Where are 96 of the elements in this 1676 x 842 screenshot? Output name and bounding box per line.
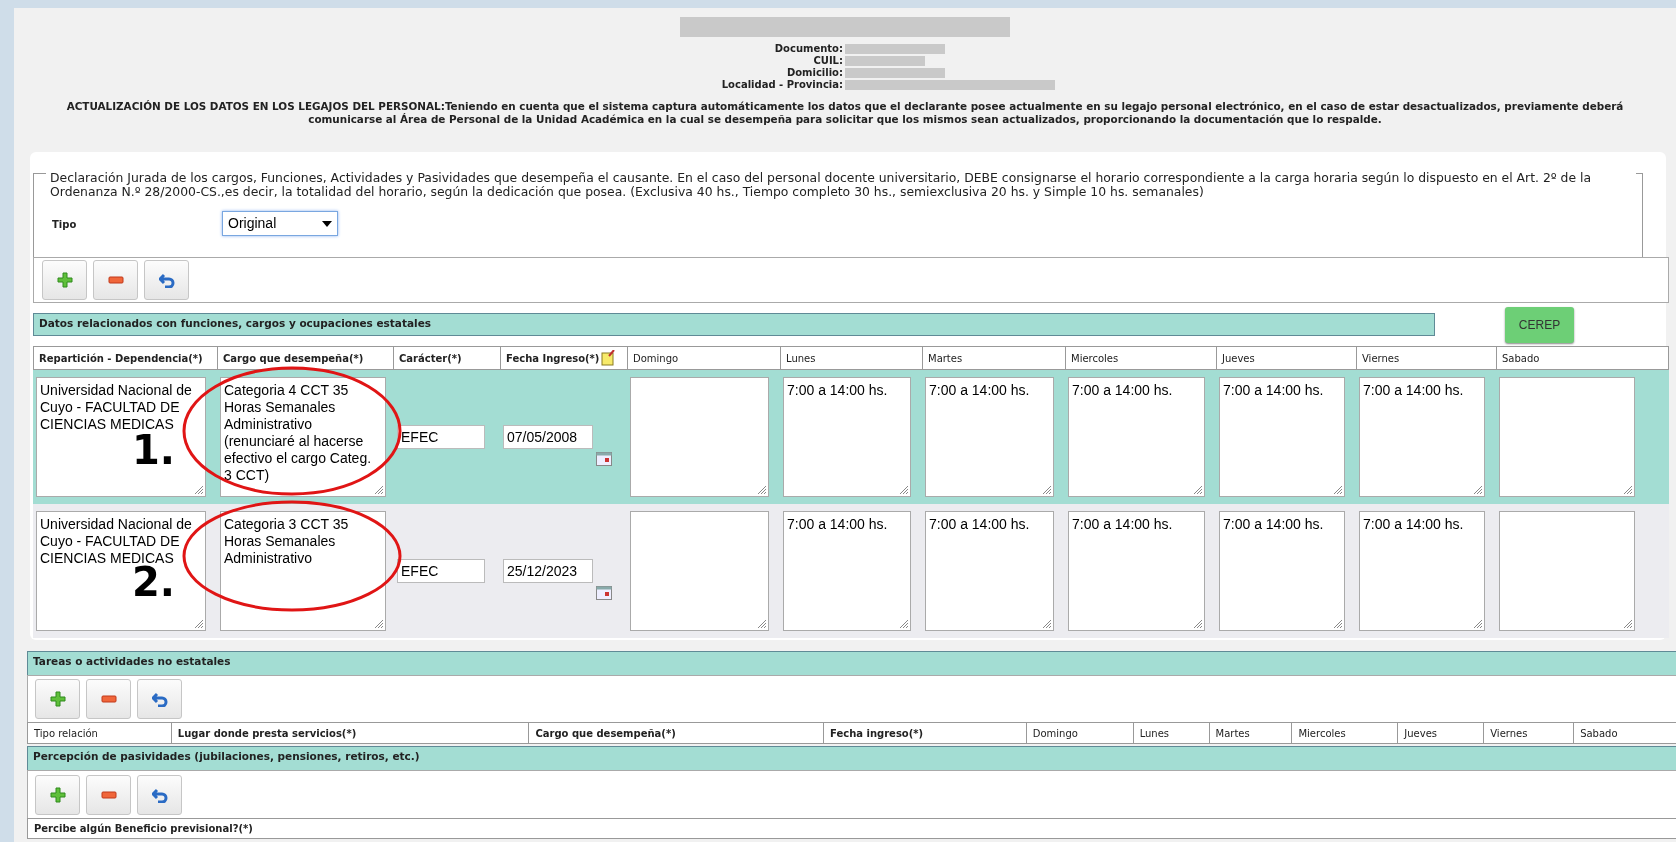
column-header: Fecha Ingreso(*): [506, 351, 600, 366]
resize-grip-icon: [1042, 619, 1052, 629]
tipo-select[interactable]: Original: [222, 211, 338, 236]
column-header: Repartición - Dependencia(*): [39, 351, 203, 366]
text-area[interactable]: [630, 377, 769, 497]
undo-button[interactable]: [137, 679, 182, 719]
caracter-field[interactable]: EFEC: [397, 559, 485, 583]
text-area[interactable]: Categoria 4 CCT 35 Horas Semanales Administrativo (renunciaré al hacerse efectivo el cargo Categ. 3 CCT): [220, 377, 386, 497]
text-area[interactable]: [1499, 377, 1635, 497]
remove-button[interactable]: [93, 260, 138, 300]
resize-grip-icon: [1623, 485, 1633, 495]
field-label: Localidad - Provincia:: [721, 79, 843, 91]
undo-icon: [158, 272, 175, 288]
column-header: Jueves: [1222, 351, 1255, 366]
column-header: Sabado: [1580, 726, 1618, 741]
text-area[interactable]: 7:00 a 14:00 hs.: [783, 377, 911, 497]
text-area[interactable]: 7:00 a 14:00 hs.: [783, 511, 911, 631]
field-label: Tipo: [52, 218, 77, 232]
column-header: Tipo relación: [34, 726, 98, 741]
caracter-field[interactable]: EFEC: [397, 425, 485, 449]
text-area[interactable]: 7:00 a 14:00 hs.: [1359, 377, 1485, 497]
resize-grip-icon: [1193, 485, 1203, 495]
column-header: Miercoles: [1298, 726, 1346, 741]
undo-button[interactable]: [137, 774, 182, 815]
notice-text: ACTUALIZACIÓN DE LOS DATOS EN LOS LEGAJOS DEL PERSONAL:Teniendo en cuenta que el sistema captura automáticamente los datos que el declarante posee actualmente en su legajo personal electrónico, en el caso de estar desactualizados, previamente deberá comunicarse al Área de Personal de la Unidad Académica en la cual se desempeña para solicitar que los mismos sean actualizados, proporcionando la documentación que lo respalde.: [65, 100, 1625, 126]
text-area[interactable]: 7:00 a 14:00 hs.: [1068, 511, 1205, 631]
resize-grip-icon: [1473, 485, 1483, 495]
text-area[interactable]: 7:00 a 14:00 hs.: [1219, 511, 1345, 631]
column-header: Domingo: [1032, 726, 1078, 741]
remove-button[interactable]: [86, 774, 131, 815]
field-label: Documento:: [774, 43, 843, 55]
resize-grip-icon: [1042, 485, 1052, 495]
resize-grip-icon: [1473, 619, 1483, 629]
column-header: Domingo: [633, 351, 679, 366]
section-title: Tareas o actividades no estatales: [33, 654, 231, 669]
column-header: Viernes: [1490, 726, 1528, 741]
text-area[interactable]: 7:00 a 14:00 hs.: [925, 511, 1054, 631]
text-area[interactable]: 7:00 a 14:00 hs.: [925, 377, 1054, 497]
column-header: Cargo que desempeña(*): [535, 726, 676, 741]
column-header: Lunes: [786, 351, 816, 366]
field-label: Domicilio:: [786, 67, 843, 79]
note-icon: [601, 350, 616, 366]
undo-button[interactable]: [144, 260, 189, 300]
resize-grip-icon: [899, 619, 909, 629]
add-button[interactable]: [42, 260, 87, 300]
resize-grip-icon: [194, 485, 204, 495]
text-area[interactable]: 7:00 a 14:00 hs.: [1219, 377, 1345, 497]
column-header: Miercoles: [1071, 351, 1119, 366]
resize-grip-icon: [1333, 619, 1343, 629]
undo-icon: [151, 691, 168, 707]
date-field[interactable]: 07/05/2008: [503, 425, 593, 449]
table-row[interactable]: [33, 370, 1669, 504]
add-button[interactable]: [35, 774, 80, 815]
text-area[interactable]: Categoria 3 CCT 35 Horas Semanales Administrativo: [220, 511, 386, 631]
resize-grip-icon: [899, 485, 909, 495]
resize-grip-icon: [1623, 619, 1633, 629]
plus-icon: [49, 691, 66, 707]
resize-grip-icon: [757, 485, 767, 495]
text-area[interactable]: 7:00 a 14:00 hs.: [1359, 511, 1485, 631]
plus-icon: [56, 272, 73, 288]
column-header: Martes: [928, 351, 963, 366]
calendar-icon: [596, 586, 612, 600]
column-header: Lugar donde presta servicios(*): [177, 726, 357, 741]
column-header: Lunes: [1139, 726, 1170, 741]
column-header: Fecha ingreso(*): [830, 726, 924, 741]
annotation-label: 2.: [132, 562, 176, 602]
cerep-button[interactable]: CEREP: [1505, 307, 1574, 343]
legend-text: Declaración Jurada de los cargos, Funciones, Actividades y Pasividades que desempeña el causante. En el caso del personal docente universitario, DEBE consignarse el horario correspondiente a la carga horaria según lo dispuesto en el Art. 2º de la Ordenanza N.º 28/2000-CS.,es decir, la totalidad del horario, según la dedicación que posea. (Exclusiva 40 hs., Tiempo completo 30 hs., semiexclusiva 20 hs. y Simple 10 hs. semanales): [46, 171, 1636, 199]
resize-grip-icon: [374, 619, 384, 629]
column-header: Carácter(*): [399, 351, 462, 366]
text-area[interactable]: 7:00 a 14:00 hs.: [1068, 377, 1205, 497]
field-label: Percibe algún Beneficio previsional?(*): [34, 822, 253, 836]
remove-button[interactable]: [86, 679, 131, 719]
calendar-icon: [596, 452, 612, 466]
text-area[interactable]: [1499, 511, 1635, 631]
column-header: Cargo que desempeña(*): [223, 351, 364, 366]
column-header: Viernes: [1362, 351, 1400, 366]
add-button[interactable]: [35, 679, 80, 719]
plus-icon: [49, 786, 66, 803]
annotation-label: 1.: [132, 430, 176, 470]
resize-grip-icon: [1193, 619, 1203, 629]
section-title: Datos relacionados con funciones, cargos y ocupaciones estatales: [39, 316, 431, 331]
resize-grip-icon: [757, 619, 767, 629]
column-header: Jueves: [1404, 726, 1438, 741]
resize-grip-icon: [374, 485, 384, 495]
text-area[interactable]: [630, 511, 769, 631]
date-field[interactable]: 25/12/2023: [503, 559, 593, 583]
caret-icon: [322, 220, 332, 227]
column-header: Sabado: [1502, 351, 1540, 366]
undo-icon: [151, 786, 168, 803]
column-header: Martes: [1215, 726, 1250, 741]
field-label: CUIL:: [813, 55, 843, 67]
table-row[interactable]: [33, 504, 1669, 638]
section-title: Percepción de pasividades (jubilaciones, pensiones, retiros, etc.): [33, 749, 420, 764]
resize-grip-icon: [194, 619, 204, 629]
resize-grip-icon: [1333, 485, 1343, 495]
